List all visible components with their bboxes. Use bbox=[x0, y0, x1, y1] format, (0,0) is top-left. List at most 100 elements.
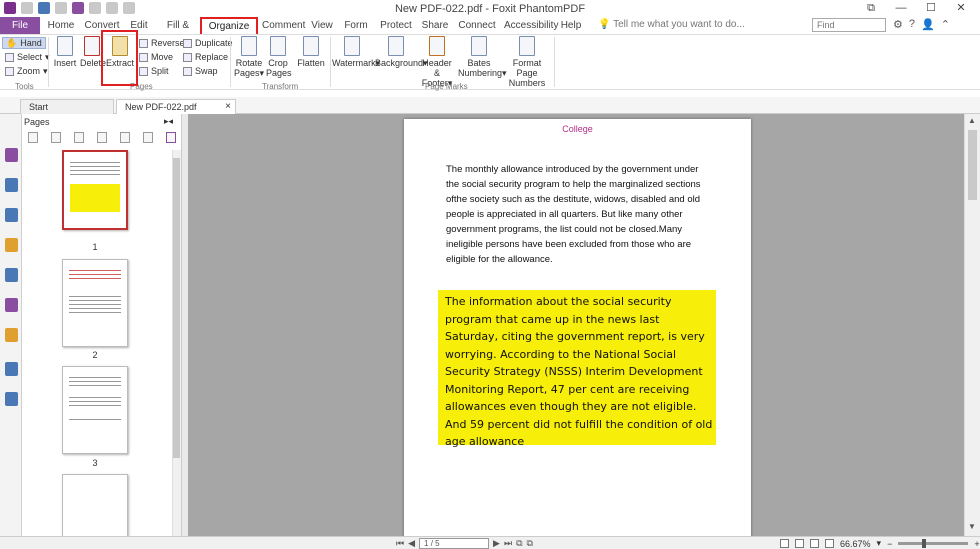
rotate-pages-button[interactable]: Rotate Pages▾ bbox=[234, 36, 264, 78]
settings-icon[interactable]: ⚙ bbox=[893, 18, 903, 31]
thumb-extract-icon[interactable] bbox=[120, 132, 130, 143]
page-number-input[interactable]: 1 / 5 bbox=[419, 538, 490, 549]
tab-protect[interactable]: Protect bbox=[378, 17, 414, 34]
thumb-properties-icon[interactable] bbox=[166, 132, 176, 143]
tab-comment[interactable]: Comment bbox=[262, 17, 305, 34]
zoom-slider-knob[interactable] bbox=[922, 539, 927, 548]
crop-pages-button[interactable]: Crop Pages bbox=[266, 36, 292, 78]
document-scrollbar[interactable]: ▲ ▼ bbox=[964, 114, 980, 536]
zoom-slider[interactable] bbox=[898, 539, 969, 548]
ribbon-collapse-icon[interactable]: ⌃ bbox=[941, 18, 950, 31]
comments-icon[interactable] bbox=[5, 238, 18, 252]
format-page-numbers-button[interactable]: Format Page Numbers bbox=[504, 36, 550, 88]
zoom-button[interactable]: Zoom ▾ bbox=[5, 65, 48, 77]
maximize-icon[interactable]: ☐ bbox=[918, 1, 944, 15]
thumbnail-text-line bbox=[70, 162, 120, 163]
restore-icon[interactable]: ⧉ bbox=[858, 1, 884, 15]
previous-page-icon[interactable]: ◀ bbox=[408, 538, 415, 549]
format-label-1: Format Page bbox=[512, 58, 542, 78]
layers-icon[interactable] bbox=[5, 208, 18, 222]
signature-icon[interactable] bbox=[5, 298, 18, 312]
content-icon[interactable] bbox=[5, 362, 18, 376]
select-icon bbox=[5, 52, 14, 62]
tell-me-input[interactable]: 💡 Tell me what you want to do... bbox=[598, 19, 745, 30]
close-tab-icon[interactable]: × bbox=[225, 100, 231, 114]
insert-button[interactable]: Insert bbox=[52, 36, 78, 68]
hand-button[interactable]: ✋ Hand bbox=[2, 37, 46, 49]
move-button[interactable]: Move bbox=[139, 51, 173, 63]
scroll-up-icon[interactable]: ▲ bbox=[968, 116, 976, 125]
split-label: Split bbox=[151, 66, 169, 76]
attachment-icon[interactable] bbox=[5, 268, 18, 282]
select-button[interactable]: Select▾ bbox=[5, 51, 50, 63]
bookmark-icon[interactable] bbox=[5, 148, 18, 162]
pages-scroll-thumb[interactable] bbox=[173, 158, 180, 458]
page-heading: College bbox=[562, 124, 593, 134]
help-icon[interactable]: ? bbox=[909, 18, 915, 31]
split-button[interactable]: Split bbox=[139, 65, 169, 77]
document-view[interactable]: College The monthly allowance introduced… bbox=[188, 114, 964, 536]
flatten-button[interactable]: Flatten bbox=[296, 36, 326, 68]
thumbnail-text-line bbox=[69, 300, 121, 301]
panel-options-icon[interactable]: ▸◂ bbox=[164, 116, 173, 127]
scroll-down-icon[interactable]: ▼ bbox=[968, 522, 976, 531]
tab-home[interactable]: Home bbox=[44, 17, 78, 34]
page-thumbnail-1[interactable] bbox=[62, 150, 128, 230]
tab-accessibility[interactable]: Accessibility bbox=[504, 17, 558, 34]
tab-fill-sign[interactable]: Fill & Sign bbox=[156, 17, 200, 48]
duplicate-button[interactable]: Duplicate bbox=[183, 37, 233, 49]
tab-share[interactable]: Share bbox=[420, 17, 450, 34]
user-icon[interactable]: 👤 bbox=[921, 18, 935, 31]
tab-start[interactable]: Start bbox=[20, 99, 114, 114]
security-icon[interactable] bbox=[5, 328, 18, 342]
thumb-delete-icon[interactable] bbox=[97, 132, 107, 143]
replace-button[interactable]: Replace bbox=[183, 51, 228, 63]
thumb-insert-icon[interactable] bbox=[74, 132, 84, 143]
tab-current-document[interactable]: New PDF-022.pdf × bbox=[116, 99, 236, 114]
page-thumbnail-4[interactable] bbox=[62, 474, 128, 544]
zoom-level[interactable]: 66.67% bbox=[840, 539, 871, 549]
continuous-facing-icon[interactable] bbox=[825, 539, 834, 548]
zoom-dropdown-icon[interactable]: ▾ bbox=[877, 538, 882, 549]
minimize-icon[interactable]: — bbox=[888, 1, 914, 15]
reverse-button[interactable]: Reverse bbox=[139, 37, 185, 49]
facing-icon[interactable] bbox=[810, 539, 819, 548]
ribbon: ✋Hand Select▾ Zoom▾ Tools Insert Delete … bbox=[0, 34, 980, 91]
tab-view[interactable]: View bbox=[308, 17, 336, 34]
watermark-button[interactable]: Watermark▾ bbox=[332, 36, 380, 68]
bates-numbering-button[interactable]: Bates Numbering▾ bbox=[458, 36, 507, 78]
next-view-icon[interactable]: ⧉ bbox=[527, 538, 533, 549]
thumb-rotate-icon[interactable] bbox=[143, 132, 153, 143]
ribbon-separator bbox=[554, 37, 555, 87]
thumbnail-text-line bbox=[69, 381, 121, 382]
tab-connect[interactable]: Connect bbox=[458, 17, 496, 34]
swap-button[interactable]: Swap bbox=[183, 65, 218, 77]
page-thumbnail-2[interactable] bbox=[62, 259, 128, 347]
continuous-icon[interactable] bbox=[795, 539, 804, 548]
tab-file[interactable]: File bbox=[0, 17, 40, 34]
single-page-icon[interactable] bbox=[780, 539, 789, 548]
destinations-icon[interactable] bbox=[5, 392, 18, 406]
thumb-options-icon[interactable] bbox=[28, 132, 38, 143]
thumbnail-text-line bbox=[69, 377, 121, 378]
window-controls: ⧉ — ☐ ✕ bbox=[858, 1, 974, 15]
tab-help[interactable]: Help bbox=[560, 17, 582, 34]
zoom-out-icon[interactable]: − bbox=[887, 539, 892, 549]
find-input[interactable]: Find bbox=[812, 18, 886, 32]
header-footer-button[interactable]: Header & Footer▾ bbox=[420, 36, 454, 88]
document-scroll-thumb[interactable] bbox=[968, 130, 977, 200]
pages-panel-scrollbar[interactable] bbox=[172, 150, 181, 545]
first-page-icon[interactable]: ⏮ bbox=[396, 538, 404, 549]
background-icon bbox=[388, 36, 404, 56]
pages-icon[interactable] bbox=[5, 178, 18, 192]
page-thumbnail-3[interactable] bbox=[62, 366, 128, 454]
tab-form[interactable]: Form bbox=[342, 17, 370, 34]
zoom-in-icon[interactable]: + bbox=[974, 539, 979, 549]
last-page-icon[interactable]: ⏭ bbox=[504, 538, 512, 549]
thumb-zoom-in-icon[interactable] bbox=[51, 132, 61, 143]
close-icon[interactable]: ✕ bbox=[948, 1, 974, 15]
previous-view-icon[interactable]: ⧉ bbox=[516, 538, 522, 549]
watermark-label: Watermark bbox=[332, 58, 376, 68]
next-page-icon[interactable]: ▶ bbox=[493, 538, 500, 549]
background-button[interactable]: Background▾ bbox=[375, 36, 428, 68]
